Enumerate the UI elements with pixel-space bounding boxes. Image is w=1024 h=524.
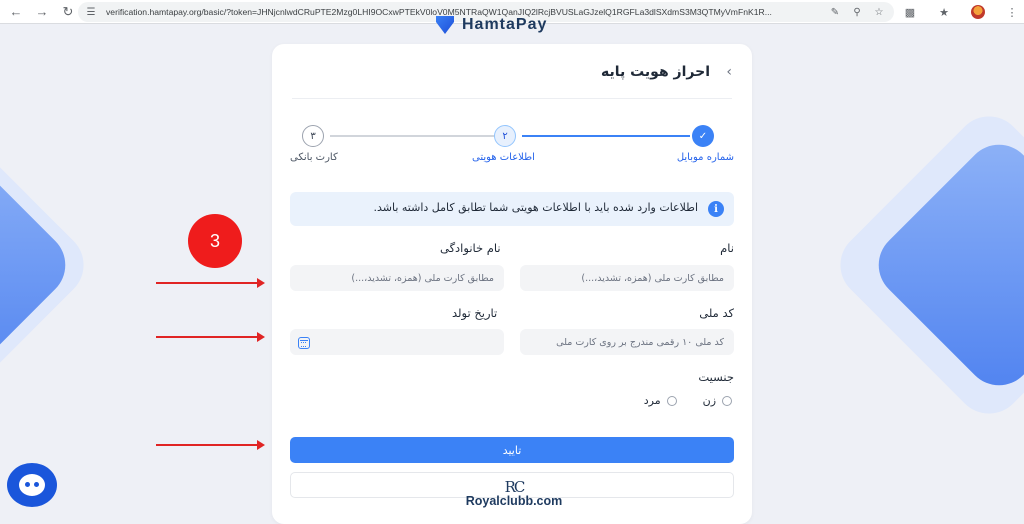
info-text: اطلاعات وارد شده باید با اطلاعات هویتی ش… [373, 201, 698, 214]
logo-mark-icon [436, 16, 454, 34]
support-robot-icon [19, 474, 45, 496]
avatar[interactable] [968, 2, 988, 22]
verification-card: ‹ احراز هویت پایه ✓ ۲ ۳ شماره موبایل اطل… [272, 44, 752, 524]
bookmark-star-icon[interactable]: ☆ [870, 3, 888, 21]
national-code-field[interactable] [520, 329, 734, 355]
hamtapay-logo: HamtaPay [436, 16, 596, 34]
forward-arrow-icon[interactable]: → [32, 2, 52, 22]
annotation-marker: 3 [188, 214, 242, 268]
gender-female-label: زن [702, 394, 716, 407]
step-3-indicator: ۳ [302, 125, 324, 147]
stepper-line-pending [330, 135, 500, 137]
annotation-arrow-1 [156, 278, 265, 288]
gender-radio-group: زن مرد [618, 394, 732, 407]
bookmarks-icon[interactable]: ★ [934, 2, 954, 22]
reload-icon[interactable]: ↻ [58, 2, 78, 22]
logo-text: HamtaPay [462, 16, 548, 33]
extensions-icon[interactable]: ▩ [900, 2, 920, 22]
chevron-back-icon[interactable]: ‹ [726, 64, 732, 80]
gender-option-female[interactable]: زن [703, 394, 732, 407]
watermark-text: Royalclubb.com [465, 494, 563, 508]
first-name-field[interactable] [520, 265, 734, 291]
menu-kebab-icon[interactable]: ⋮ [1002, 2, 1022, 22]
step-1-checkmark-icon: ✓ [692, 125, 714, 147]
step-1-label: شماره موبایل [676, 152, 734, 163]
site-settings-icon[interactable]: ☰ [84, 5, 98, 19]
step-3-label: کارت بانکی [290, 152, 338, 163]
radio-female[interactable] [722, 395, 732, 406]
last-name-label: نام خانوادگی [440, 241, 501, 255]
page-title: احراز هویت پایه [600, 64, 710, 80]
birth-date-field[interactable] [290, 329, 504, 355]
support-chat-button[interactable] [7, 463, 57, 507]
card-header: ‹ احراز هویت پایه [292, 62, 732, 99]
last-name-field[interactable] [290, 265, 504, 291]
watermark-logo: RC [504, 478, 526, 496]
annotation-arrow-3 [156, 440, 265, 450]
gender-label: جنسیت [698, 370, 734, 384]
birth-date-label: تاریخ تولد [452, 306, 498, 320]
watermark: RC Royalclubb.com [462, 480, 566, 512]
first-name-label: نام [720, 241, 734, 255]
gender-male-label: مرد [643, 394, 661, 407]
stepper-line-completed [522, 135, 690, 137]
info-banner: i اطلاعات وارد شده باید با اطلاعات هویتی… [290, 192, 734, 226]
radio-male[interactable] [666, 395, 677, 406]
annotation-arrow-2 [156, 332, 265, 342]
zoom-icon[interactable]: ⚲ [848, 3, 866, 21]
step-2-label: اطلاعات هویتی [472, 152, 535, 163]
submit-button[interactable]: تایید [290, 437, 734, 463]
step-2-indicator: ۲ [494, 125, 516, 147]
info-icon: i [708, 201, 724, 217]
back-arrow-icon[interactable]: ← [6, 2, 26, 22]
gender-option-male[interactable]: مرد [644, 394, 677, 407]
national-code-label: کد ملی [699, 306, 734, 320]
translate-icon[interactable]: ✎ [826, 3, 844, 21]
calendar-icon[interactable] [298, 337, 310, 349]
